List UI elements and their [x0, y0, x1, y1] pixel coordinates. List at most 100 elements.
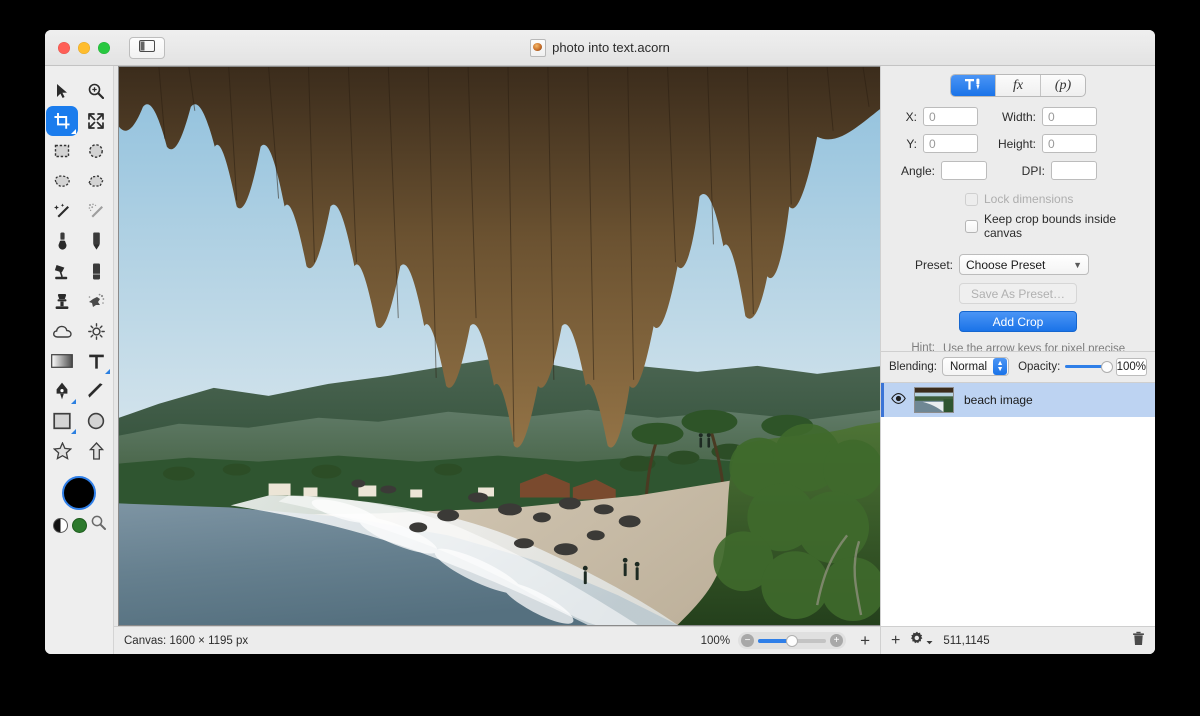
- arrow-shape-tool[interactable]: [80, 436, 112, 466]
- zoom-in-icon[interactable]: +: [830, 634, 844, 647]
- cursor-coordinates: 511,1145: [943, 634, 990, 647]
- window-titlebar: photo into text.acorn: [45, 30, 1155, 66]
- transform-tool[interactable]: [80, 106, 112, 136]
- minimize-button[interactable]: [78, 41, 90, 54]
- layer-settings-button[interactable]: [910, 631, 933, 650]
- opacity-slider-knob[interactable]: [1100, 360, 1113, 373]
- preset-dropdown[interactable]: Choose Preset ▼: [959, 254, 1089, 275]
- magnifier-color-picker-icon[interactable]: [91, 515, 106, 535]
- tool-submenu-indicator: [71, 129, 76, 134]
- blending-mode-dropdown[interactable]: Normal ▲ ▼: [941, 357, 1010, 376]
- tool-submenu-indicator: [71, 399, 76, 404]
- polygon-lasso-tool[interactable]: [80, 166, 112, 196]
- crop-tool[interactable]: [46, 106, 78, 136]
- text-tool[interactable]: [80, 346, 112, 376]
- keep-crop-bounds-label: Keep crop bounds inside canvas: [984, 212, 1117, 240]
- tab-palette[interactable]: (p): [1041, 75, 1085, 96]
- zoom-out-icon[interactable]: −: [741, 634, 755, 647]
- magic-wand-tool[interactable]: [46, 196, 78, 226]
- crop-x-label: X:: [905, 109, 917, 124]
- rectangle-select-tool[interactable]: [46, 136, 78, 166]
- sun-dodge-icon: [87, 322, 105, 340]
- zoom-tool[interactable]: [80, 76, 112, 106]
- bezier-pen-tool[interactable]: [46, 376, 78, 406]
- keep-crop-bounds-checkbox[interactable]: [965, 219, 978, 233]
- tab-filters[interactable]: fx: [996, 75, 1041, 96]
- background-color-swatch[interactable]: [71, 517, 87, 533]
- ellipse-shape-tool[interactable]: [80, 406, 112, 436]
- delete-layer-button[interactable]: [1132, 631, 1145, 651]
- zoom-slider-track[interactable]: [758, 634, 827, 647]
- crop-width-input[interactable]: 0: [1042, 107, 1097, 126]
- clone-stamp-tool[interactable]: [46, 286, 78, 316]
- zoom-slider-knob[interactable]: [786, 634, 799, 647]
- lock-dimensions-checkbox[interactable]: [965, 192, 978, 206]
- opacity-slider[interactable]: [1065, 360, 1113, 373]
- dodge-tool[interactable]: [80, 316, 112, 346]
- stepper-down-arrow: ▼: [996, 365, 1004, 373]
- layer-name[interactable]: beach image: [964, 393, 1033, 407]
- blending-label: Blending:: [889, 360, 937, 373]
- layer-row[interactable]: beach image: [881, 382, 1155, 417]
- preset-row: Preset: Choose Preset ▼: [891, 254, 1145, 275]
- rectangle-shape-tool[interactable]: [46, 406, 78, 436]
- smudge-tool[interactable]: [80, 286, 112, 316]
- beach-photograph: [119, 67, 880, 625]
- preset-label: Preset:: [914, 257, 953, 272]
- canvas-size-label: Canvas: 1600 × 1195 px: [124, 634, 249, 647]
- pencil-tool[interactable]: [80, 226, 112, 256]
- inspector-segmented-control-wrap: fx (p): [881, 66, 1155, 107]
- crop-y-label: Y:: [906, 136, 917, 151]
- eye-icon[interactable]: [891, 391, 906, 409]
- close-button[interactable]: [58, 41, 70, 54]
- crop-xy-width-row: X: 0 Width: 0: [891, 107, 1145, 126]
- tab-tools[interactable]: [951, 75, 996, 96]
- foreground-color-swatch[interactable]: [62, 476, 96, 510]
- add-layer-button[interactable]: +: [891, 632, 900, 649]
- canvas-scroll-view[interactable]: [114, 66, 880, 626]
- lock-dimensions-checkbox-row[interactable]: Lock dimensions: [965, 192, 1145, 206]
- instant-alpha-tool[interactable]: [80, 196, 112, 226]
- document-title: photo into text.acorn: [45, 38, 1155, 57]
- tab-palette-label: (p): [1054, 77, 1072, 93]
- traffic-lights: [58, 41, 110, 54]
- gradient-tool[interactable]: [46, 346, 78, 376]
- blending-stepper-icon[interactable]: ▲ ▼: [993, 358, 1008, 375]
- ellipse-select-tool[interactable]: [80, 136, 112, 166]
- opacity-value-field[interactable]: 100%: [1115, 357, 1147, 376]
- crop-dpi-input[interactable]: [1051, 161, 1097, 180]
- inspector-segmented-control[interactable]: fx (p): [950, 74, 1086, 97]
- chevron-down-icon: ▼: [1073, 259, 1082, 270]
- half-circle-swap-icon[interactable]: [52, 517, 68, 533]
- inspector-panel: fx (p) X: 0 Width: 0 Y: 0 Height: 0 Angl…: [880, 66, 1155, 654]
- zoom-button[interactable]: [98, 41, 110, 54]
- layer-blending-row: Blending: Normal ▲ ▼ Opacity: 100%: [881, 351, 1155, 382]
- polygon-lasso-icon: [87, 174, 105, 188]
- paint-bucket-icon: [53, 263, 71, 280]
- save-as-preset-button[interactable]: Save As Preset…: [959, 283, 1077, 304]
- line-tool[interactable]: [80, 376, 112, 406]
- eraser-tool[interactable]: [80, 256, 112, 286]
- canvas-status-bar: Canvas: 1600 × 1195 px 100% − + +: [114, 626, 880, 654]
- layer-list[interactable]: beach image: [881, 381, 1155, 626]
- crop-y-input[interactable]: 0: [923, 134, 978, 153]
- crop-x-input[interactable]: 0: [923, 107, 978, 126]
- add-crop-button[interactable]: Add Crop: [959, 311, 1077, 332]
- brush-tool[interactable]: [46, 226, 78, 256]
- zoom-slider[interactable]: − +: [738, 632, 847, 649]
- canvas-image[interactable]: [118, 66, 880, 626]
- canvas-add-button[interactable]: +: [860, 632, 870, 649]
- paint-bucket-tool[interactable]: [46, 256, 78, 286]
- sidebar-toggle-button[interactable]: [129, 36, 165, 59]
- lock-dimensions-label: Lock dimensions: [984, 192, 1074, 206]
- star-shape-tool[interactable]: [46, 436, 78, 466]
- keep-crop-bounds-checkbox-row[interactable]: Keep crop bounds inside canvas: [965, 212, 1145, 240]
- acorn-document-icon: [530, 38, 547, 57]
- crop-height-input[interactable]: 0: [1042, 134, 1097, 153]
- cloud-blur-icon: [52, 325, 72, 338]
- crop-angle-input[interactable]: [941, 161, 987, 180]
- move-tool[interactable]: [46, 76, 78, 106]
- blur-tool[interactable]: [46, 316, 78, 346]
- lasso-tool[interactable]: [46, 166, 78, 196]
- magnifier-plus-icon: [88, 83, 104, 99]
